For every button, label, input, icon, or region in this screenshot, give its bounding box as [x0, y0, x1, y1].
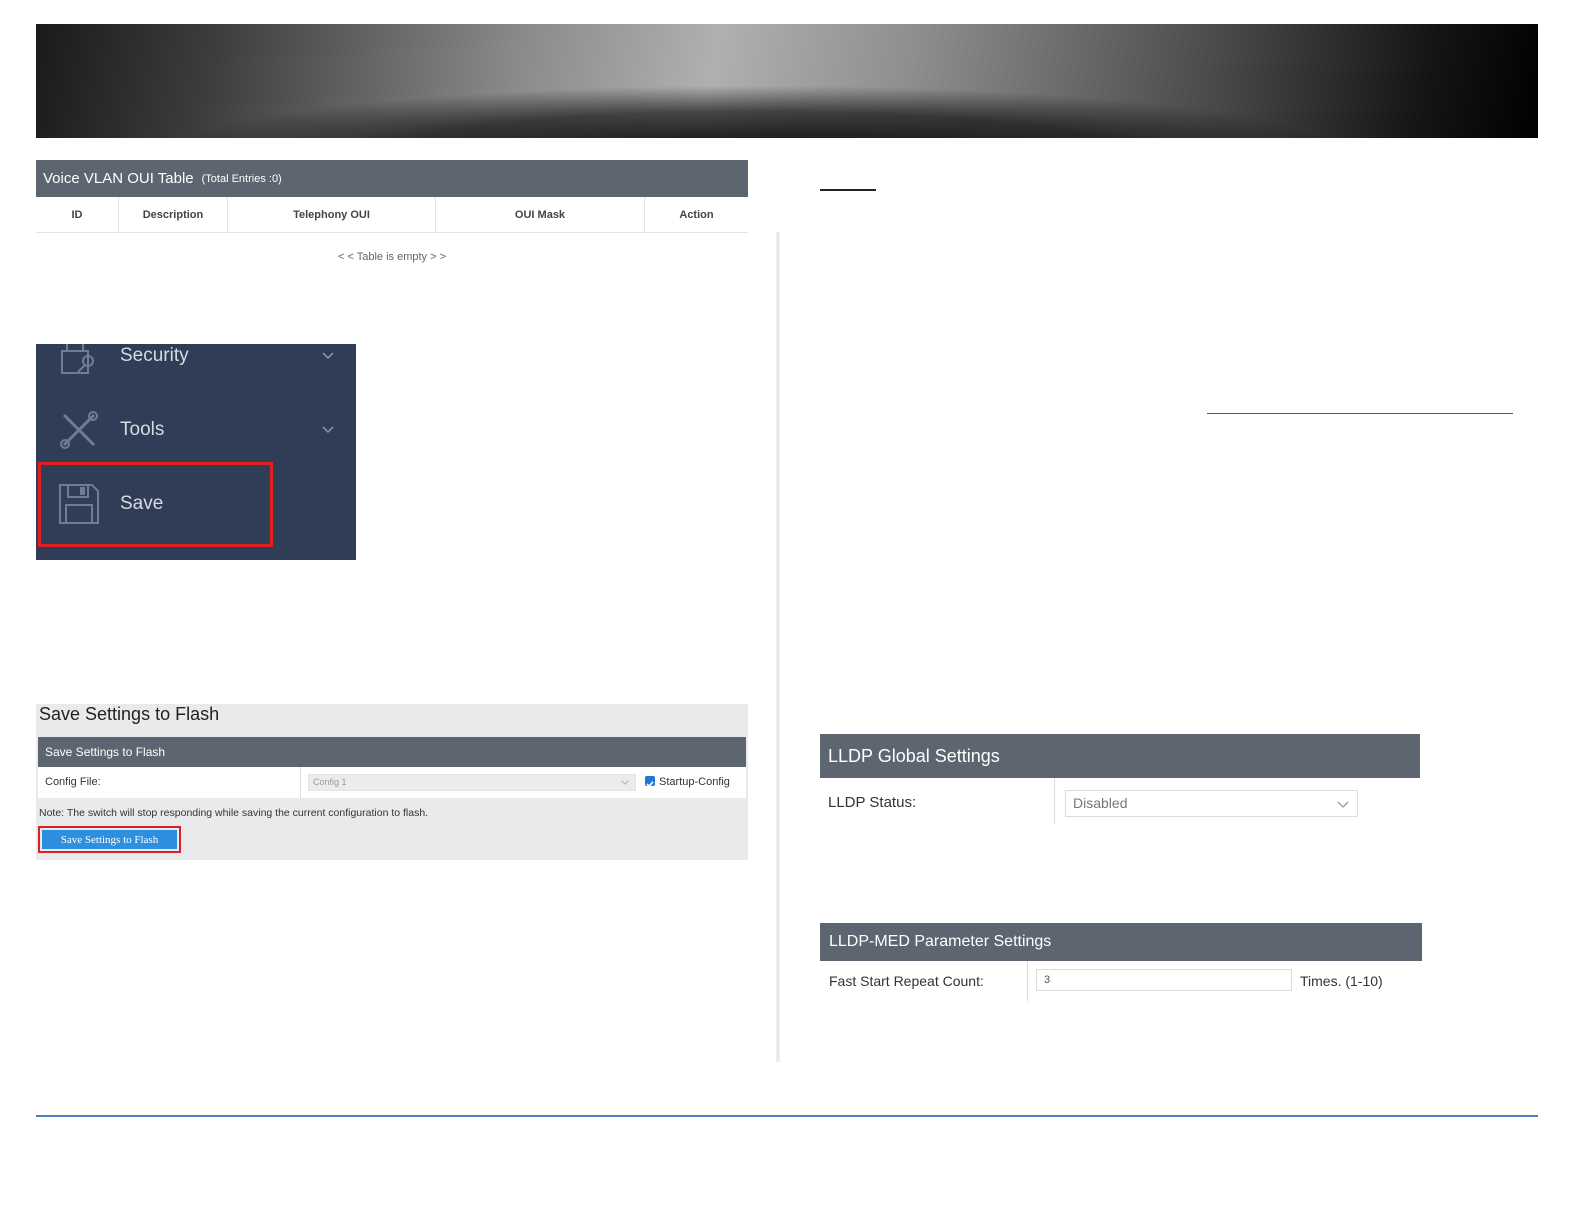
row-separator [300, 767, 301, 798]
column-header-action: Action [679, 208, 714, 221]
section-header: Save Settings to Flash [38, 737, 746, 767]
lldp-status-label: LLDP Status: [828, 794, 917, 811]
fast-start-label: Fast Start Repeat Count: [829, 973, 984, 989]
row-separator [1027, 961, 1028, 1001]
save-button-highlight: Save Settings to Flash [38, 826, 181, 853]
config-file-value: Config 1 [313, 777, 347, 787]
sidebar-item-label: Security [120, 345, 189, 366]
column-divider [776, 232, 780, 1062]
column-header-telephony-oui: Telephony OUI [228, 197, 436, 232]
save-note: Note: The switch will stop responding wh… [39, 807, 429, 819]
sidebar-item-tools[interactable]: Tools [36, 400, 356, 460]
lldp-status-row: LLDP Status: Disabled [820, 778, 1420, 824]
chevron-down-icon [322, 426, 334, 434]
sidebar-item-label: Tools [120, 419, 165, 440]
tools-icon [60, 411, 98, 449]
oui-table-title: Voice VLAN OUI Table [43, 170, 194, 187]
fast-start-input[interactable] [1036, 969, 1292, 991]
oui-table-total-entries: (Total Entries :0) [201, 172, 282, 185]
oui-table-columns: ID Description Telephony OUI OUI Mask Ac… [36, 197, 748, 233]
sidebar-item-security[interactable]: Security [36, 344, 356, 386]
save-highlight-box [38, 462, 273, 547]
column-header-description: Description [119, 197, 228, 232]
row-separator [1054, 778, 1055, 824]
chevron-down-icon [322, 352, 334, 360]
config-file-row: Config File: Config 1 Startup-Config [38, 767, 746, 798]
checkmark-icon [646, 781, 654, 788]
chevron-down-icon [1337, 801, 1349, 808]
page-title: Save Settings to Flash [39, 704, 220, 724]
config-file-select[interactable]: Config 1 [308, 774, 636, 791]
lldp-global-settings: LLDP Global Settings LLDP Status: Disabl… [820, 734, 1420, 824]
chevron-down-icon [621, 780, 629, 785]
lock-icon [61, 344, 94, 374]
fast-start-unit: Times. (1-10) [1300, 973, 1383, 989]
save-settings-panel: Save Settings to Flash Save Settings to … [36, 704, 748, 860]
lldp-global-header: LLDP Global Settings [820, 734, 1420, 778]
save-settings-button[interactable]: Save Settings to Flash [42, 830, 177, 849]
lldp-med-header: LLDP-MED Parameter Settings [820, 923, 1422, 961]
startup-config-checkbox[interactable] [645, 776, 655, 788]
oui-table-header: Voice VLAN OUI Table (Total Entries :0) [36, 160, 748, 197]
config-file-label: Config File: [45, 776, 101, 788]
column-header-oui-mask: OUI Mask [436, 197, 645, 232]
fast-start-row: Fast Start Repeat Count: Times. (1-10) [820, 961, 1422, 1001]
voice-vlan-oui-table: Voice VLAN OUI Table (Total Entries :0) … [36, 160, 748, 263]
header-banner [36, 24, 1538, 138]
heading-accent-line [820, 189, 876, 191]
lldp-status-value: Disabled [1073, 795, 1128, 811]
lldp-status-select[interactable]: Disabled [1065, 790, 1358, 817]
footer-rule [36, 1115, 1538, 1117]
lldp-med-parameter-settings: LLDP-MED Parameter Settings Fast Start R… [820, 923, 1422, 1001]
table-empty-message: < < Table is empty > > [337, 251, 447, 263]
hyperlink-underline [1207, 413, 1513, 414]
startup-config-label: Startup-Config [659, 776, 730, 788]
column-header-id: ID [36, 197, 119, 232]
